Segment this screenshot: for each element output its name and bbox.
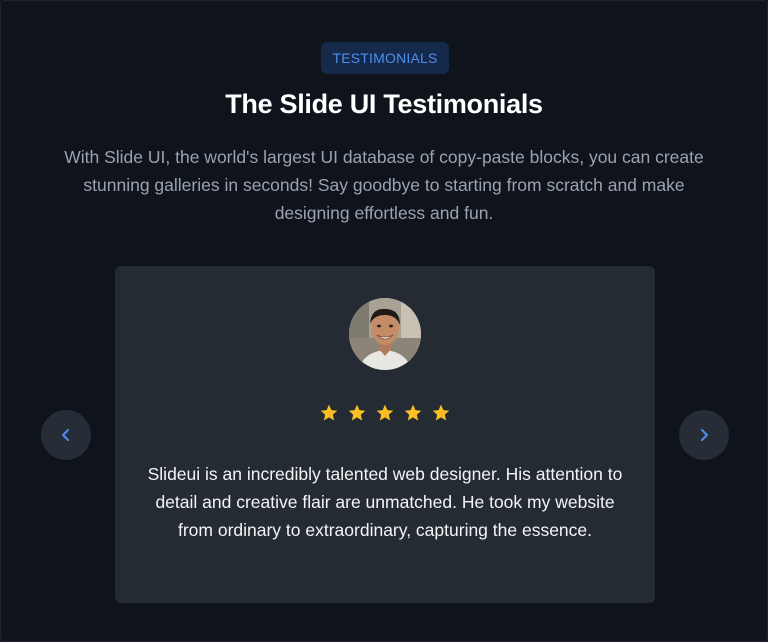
star-icon [348,404,366,421]
previous-testimonial-button[interactable] [41,410,91,460]
star-icon [432,404,450,421]
avatar [349,298,421,370]
rating-stars [115,403,655,423]
testimonial-quote: Slideui is an incredibly talented web de… [147,464,623,540]
testimonials-section: TESTIMONIALS The Slide UI Testimonials W… [0,0,768,642]
section-title: The Slide UI Testimonials [225,89,543,119]
chevron-right-icon [701,429,708,441]
section-badge: TESTIMONIALS [321,42,449,74]
star-icon [320,404,338,421]
avatar-image [349,298,421,370]
star-icon [404,404,422,421]
section-subtitle: With Slide UI, the world's largest UI da… [64,147,704,223]
star-icon [376,404,394,421]
chevron-left-icon [62,429,69,441]
next-testimonial-button[interactable] [679,410,729,460]
testimonial-card: Slideui is an incredibly talented web de… [115,266,655,603]
